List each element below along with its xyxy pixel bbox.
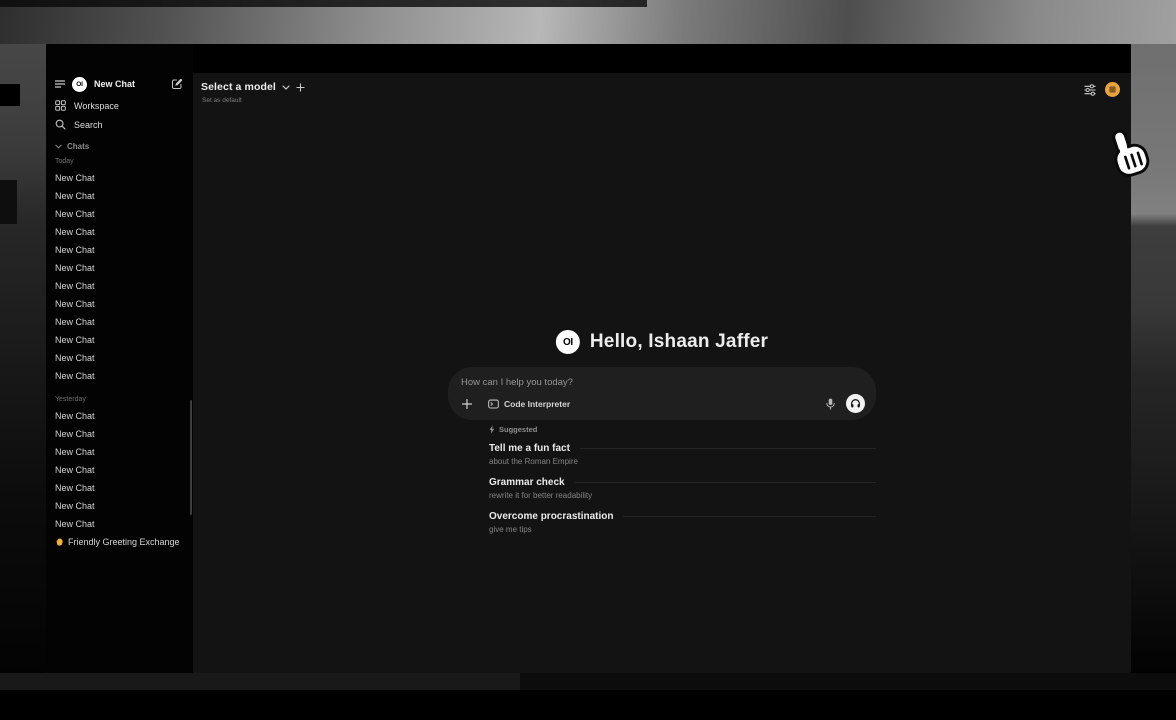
suggested-label: Suggested bbox=[499, 425, 537, 434]
model-selector-area: Select a model Set as default bbox=[201, 81, 305, 104]
chat-item[interactable]: New Chat bbox=[46, 479, 193, 497]
chat-item-label: Friendly Greeting Exchange bbox=[68, 537, 180, 547]
suggested-prompt-title: Overcome procrastination bbox=[489, 511, 613, 522]
hand-pointer-cursor bbox=[1100, 126, 1160, 188]
app-logo: OI bbox=[72, 77, 87, 92]
sidebar-toggle-icon[interactable] bbox=[55, 80, 65, 88]
desktop-background-block bbox=[0, 84, 20, 106]
chat-list: TodayNew ChatNew ChatNew ChatNew ChatNew… bbox=[46, 155, 193, 533]
main-area: Select a model Set as default bbox=[193, 73, 1131, 673]
suggested-prompt[interactable]: Grammar check rewrite it for better read… bbox=[489, 477, 876, 500]
suggested-prompt-title: Tell me a fun fact bbox=[489, 443, 570, 454]
chat-item[interactable]: New Chat bbox=[46, 349, 193, 367]
chat-item[interactable]: New Chat bbox=[46, 223, 193, 241]
greeting-text: Hello, Ishaan Jaffer bbox=[590, 331, 768, 353]
chat-item[interactable]: New Chat bbox=[46, 331, 193, 349]
controls-sliders-icon[interactable] bbox=[1084, 84, 1096, 96]
sidebar-scrollbar[interactable] bbox=[190, 400, 192, 515]
wave-emoji-icon bbox=[55, 538, 64, 547]
chat-item[interactable]: New Chat bbox=[46, 461, 193, 479]
new-chat-icon[interactable] bbox=[171, 78, 183, 90]
user-avatar[interactable] bbox=[1105, 82, 1120, 97]
avatar-glyph bbox=[1109, 86, 1116, 93]
chat-item[interactable]: New Chat bbox=[46, 425, 193, 443]
chat-item-friendly-greeting[interactable]: Friendly Greeting Exchange bbox=[46, 533, 193, 551]
search-label: Search bbox=[74, 120, 103, 130]
suggested-prompt-subtitle: about the Roman Empire bbox=[489, 457, 876, 466]
chat-item[interactable]: New Chat bbox=[46, 295, 193, 313]
chats-section-header[interactable]: Chats bbox=[46, 139, 193, 153]
suggested-prompts: Suggested Tell me a fun fact about the R… bbox=[448, 425, 876, 545]
chat-item[interactable]: New Chat bbox=[46, 169, 193, 187]
model-selector[interactable]: Select a model bbox=[201, 81, 305, 93]
desktop-background-top bbox=[0, 0, 1176, 44]
voice-call-button[interactable] bbox=[846, 394, 865, 413]
chat-section-label: Today bbox=[46, 155, 193, 169]
composer-controls: Code Interpreter bbox=[459, 394, 865, 413]
desktop-background-block bbox=[0, 180, 17, 224]
sidebar-item-workspace[interactable]: Workspace bbox=[46, 96, 193, 115]
app-window: OI New Chat Workspace bbox=[46, 44, 1131, 673]
code-interpreter-toggle[interactable]: Code Interpreter bbox=[488, 399, 570, 409]
code-interpreter-icon bbox=[488, 399, 499, 409]
chat-item[interactable]: New Chat bbox=[46, 407, 193, 425]
suggested-prompt-title: Grammar check bbox=[489, 477, 565, 488]
chat-item[interactable]: New Chat bbox=[46, 187, 193, 205]
chat-item[interactable]: New Chat bbox=[46, 497, 193, 515]
sidebar-title: New Chat bbox=[94, 79, 164, 89]
chat-item[interactable]: New Chat bbox=[46, 241, 193, 259]
chats-label: Chats bbox=[67, 142, 89, 151]
attach-plus-icon[interactable] bbox=[459, 396, 475, 412]
suggested-prompt[interactable]: Tell me a fun fact about the Roman Empir… bbox=[489, 443, 876, 466]
chat-item[interactable]: New Chat bbox=[46, 313, 193, 331]
chat-item[interactable]: New Chat bbox=[46, 259, 193, 277]
topbar-right bbox=[1084, 82, 1120, 97]
bolt-icon bbox=[489, 425, 495, 434]
chat-item[interactable]: New Chat bbox=[46, 443, 193, 461]
suggested-prompt-subtitle: give me tips bbox=[489, 525, 876, 534]
search-icon bbox=[55, 119, 66, 130]
microphone-icon[interactable] bbox=[825, 398, 836, 410]
app-logo-large: OI bbox=[556, 330, 580, 354]
suggested-header: Suggested bbox=[489, 425, 876, 434]
message-composer[interactable]: How can I help you today? Code Interpret… bbox=[448, 367, 876, 420]
chat-item[interactable]: New Chat bbox=[46, 515, 193, 533]
composer-placeholder[interactable]: How can I help you today? bbox=[461, 377, 863, 388]
model-selector-label: Select a model bbox=[201, 81, 276, 93]
add-model-icon[interactable] bbox=[296, 83, 305, 92]
chat-item[interactable]: New Chat bbox=[46, 205, 193, 223]
greeting: OI Hello, Ishaan Jaffer bbox=[556, 330, 768, 354]
desktop-background-left bbox=[0, 44, 46, 673]
code-interpreter-label: Code Interpreter bbox=[504, 399, 570, 409]
chat-item[interactable]: New Chat bbox=[46, 367, 193, 385]
suggested-prompt[interactable]: Overcome procrastination give me tips bbox=[489, 511, 876, 534]
suggested-prompt-subtitle: rewrite it for better readability bbox=[489, 491, 876, 500]
chat-section-label: Yesterday bbox=[46, 393, 193, 407]
set-as-default-link[interactable]: Set as default bbox=[202, 97, 305, 104]
sidebar: OI New Chat Workspace bbox=[46, 44, 193, 673]
desktop-background-bottom bbox=[0, 673, 1176, 720]
sidebar-item-search[interactable]: Search bbox=[46, 115, 193, 134]
chevron-down-icon bbox=[55, 144, 62, 149]
chat-item[interactable]: New Chat bbox=[46, 277, 193, 295]
chevron-down-icon bbox=[282, 85, 290, 90]
workspace-icon bbox=[55, 100, 66, 111]
workspace-label: Workspace bbox=[74, 101, 119, 111]
sidebar-header: OI New Chat bbox=[46, 74, 193, 94]
